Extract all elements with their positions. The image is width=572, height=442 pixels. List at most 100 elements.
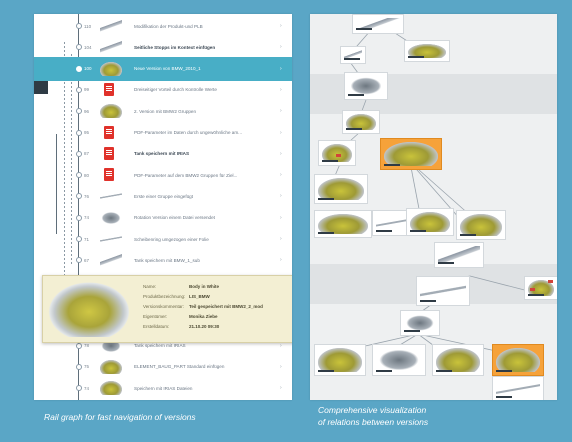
chevron-right-icon[interactable]: › [280, 193, 282, 199]
rail-node [76, 108, 82, 115]
chevron-right-icon[interactable]: › [280, 108, 282, 114]
version-list-panel: 110 Modifikation der Produkt-und PLB › 104 S… [34, 14, 292, 400]
version-comment: PDF-Parameter auf dem BMW2 Gruppen für Z… [134, 172, 238, 178]
model-thumbnail [100, 210, 122, 225]
version-label-bar [420, 300, 436, 302]
chevron-right-icon[interactable]: › [280, 364, 282, 370]
version-comment: Tank speichern mit BMW_1_sub [134, 257, 200, 263]
model-thumbnail [100, 232, 122, 246]
version-node[interactable] [380, 138, 442, 170]
version-number: 99 [84, 87, 90, 93]
version-node[interactable] [318, 140, 356, 166]
version-node[interactable] [492, 344, 544, 376]
version-node[interactable] [340, 46, 366, 64]
caption-right-line2: of relations between versions [318, 417, 429, 427]
model-thumbnail [318, 214, 368, 234]
chevron-right-icon[interactable]: › [280, 215, 282, 221]
version-node[interactable] [314, 174, 368, 204]
tooltip-value: LIS_BMW [189, 294, 210, 299]
version-label-bar [348, 94, 364, 96]
version-node[interactable] [352, 14, 404, 34]
model-thumbnail [410, 212, 450, 232]
version-number: 71 [84, 236, 90, 242]
version-comment: PDF-Parameter im Daten durch ungewöhnlic… [134, 130, 243, 135]
chevron-right-icon[interactable]: › [280, 385, 282, 391]
model-thumbnail [100, 104, 122, 119]
rail-node [76, 214, 82, 221]
rail-node [76, 129, 82, 136]
version-comment: Speichern mit IRIAS Dateien [134, 385, 193, 391]
rail-node [76, 150, 82, 157]
version-node[interactable] [342, 110, 380, 134]
version-label-bar [318, 232, 334, 234]
version-number: 100 [84, 66, 92, 72]
tooltip-value: Monika Ziebe [189, 314, 218, 319]
version-node[interactable] [406, 208, 454, 236]
version-label-bar [376, 370, 392, 372]
version-node[interactable] [344, 72, 388, 100]
chevron-right-icon[interactable]: › [280, 343, 282, 349]
version-label-bar [408, 56, 424, 58]
version-node[interactable] [372, 210, 410, 236]
rail-node [76, 236, 82, 242]
version-number: 104 [84, 44, 92, 50]
rail-node [76, 65, 82, 72]
version-number: 74 [84, 385, 90, 391]
chevron-right-icon[interactable]: › [280, 44, 282, 50]
chevron-right-icon[interactable]: › [280, 236, 282, 242]
version-node[interactable] [372, 344, 426, 376]
model-thumbnail [100, 40, 122, 55]
version-node[interactable] [314, 344, 366, 376]
version-number: 74 [84, 215, 90, 221]
caption-right: Comprehensive visualization of relations… [318, 404, 558, 428]
version-row[interactable]: 74 Speichern mit IRIAS Dateien › [34, 376, 292, 400]
version-label-bar [322, 160, 338, 162]
version-node[interactable] [434, 242, 484, 268]
version-number: 75 [84, 364, 90, 370]
version-node[interactable] [492, 376, 544, 400]
chevron-right-icon[interactable]: › [280, 151, 282, 157]
version-comment: ELEMENT_BAUG_PART Standard einfügen [134, 364, 225, 370]
rail-node [76, 257, 82, 264]
version-comment: Modifikation der Produkt-und PLB [134, 23, 203, 29]
version-number: 110 [84, 23, 92, 29]
model-thumbnail [496, 348, 540, 372]
tooltip-value: Body in White [189, 284, 219, 289]
version-node[interactable] [400, 310, 440, 336]
pdf-icon [104, 82, 114, 96]
version-label-bar [528, 294, 544, 296]
chevron-right-icon[interactable]: › [280, 172, 282, 178]
version-label-bar [404, 330, 420, 332]
rail-node [76, 44, 82, 51]
chevron-right-icon[interactable]: › [280, 66, 282, 72]
status-tag [530, 288, 535, 291]
version-node[interactable] [314, 210, 372, 238]
tooltip-field: Versionskommentar: Teil gespeichert mit B… [143, 304, 263, 309]
chevron-right-icon[interactable]: › [280, 257, 282, 263]
version-node[interactable] [416, 276, 470, 306]
chevron-right-icon[interactable]: › [280, 23, 282, 29]
version-label-bar [410, 230, 426, 232]
version-node[interactable] [456, 210, 506, 240]
model-thumbnail [420, 280, 466, 302]
tooltip-field: Produktbezeichnung: LIS_BMW [143, 294, 210, 299]
status-tag [548, 280, 553, 283]
version-label-bar [344, 58, 360, 60]
pdf-icon [104, 146, 114, 160]
chevron-right-icon[interactable]: › [280, 130, 282, 136]
version-label-bar [496, 396, 512, 398]
tooltip-field: Eigentümer: Monika Ziebe [143, 314, 218, 319]
version-number: 67 [84, 257, 90, 263]
model-thumbnail [348, 76, 384, 96]
version-comment: Tank speichern mit IRIAS [134, 343, 186, 348]
version-node[interactable] [432, 344, 484, 376]
chevron-right-icon[interactable]: › [280, 87, 282, 93]
version-label-bar [356, 28, 372, 30]
version-number: 96 [84, 108, 90, 114]
version-label-bar [460, 234, 476, 236]
version-comment: Tank speichern mit IRIAS [134, 151, 190, 157]
version-node[interactable] [404, 40, 450, 62]
model-thumbnail [318, 178, 364, 200]
model-thumbnail [100, 189, 122, 204]
rail-node [76, 193, 82, 200]
